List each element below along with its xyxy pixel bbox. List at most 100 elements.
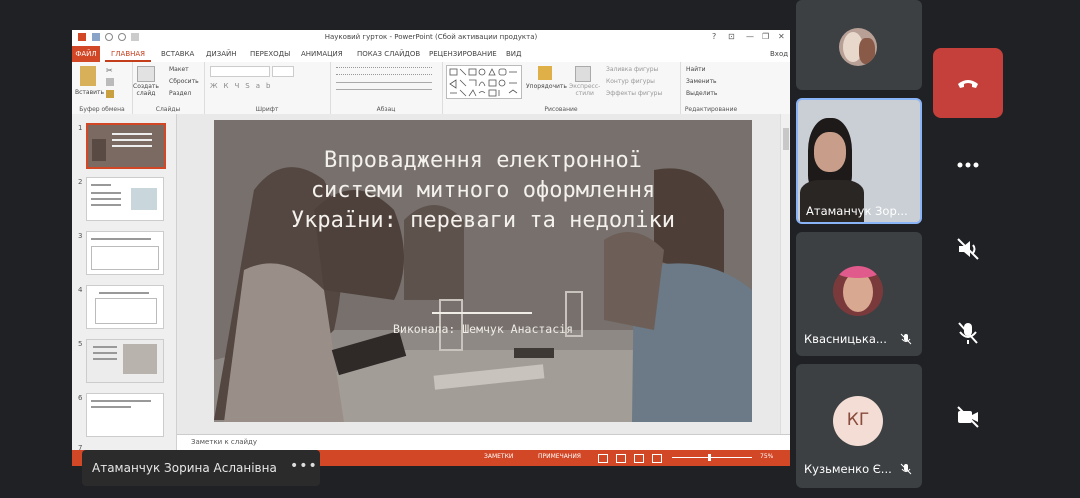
slide-thumbnail-2[interactable]	[86, 177, 164, 221]
tab-file[interactable]: ФАЙЛ	[72, 46, 100, 62]
notes-toggle[interactable]: ЗАМЕТКИ	[484, 453, 513, 460]
minimize-button[interactable]: —	[746, 32, 754, 41]
slide-editor[interactable]: Впровадження електронної системи митного…	[177, 114, 783, 434]
zoom-slider[interactable]	[672, 457, 752, 458]
group-label: Редактирование	[684, 106, 738, 113]
select-button[interactable]: Выделить	[686, 90, 717, 97]
maximize-button[interactable]: ❐	[762, 32, 769, 41]
help-button[interactable]: ?	[712, 32, 716, 41]
cut-icon[interactable]: ✂	[106, 66, 113, 75]
quick-styles-icon[interactable]	[575, 66, 591, 82]
presenter-label: Атаманчук Зорина Асланівна •••	[82, 450, 320, 486]
section-button[interactable]: Раздел	[169, 90, 191, 97]
slide-number: 3	[78, 232, 83, 240]
slide-thumbnail-5[interactable]	[86, 339, 164, 383]
arrange-icon[interactable]	[538, 66, 552, 80]
speaker-muted-icon	[957, 238, 979, 260]
more-options-button[interactable]: •••	[290, 458, 318, 474]
paste-button[interactable]: Вставить	[75, 89, 104, 96]
vertical-scrollbar[interactable]	[780, 114, 790, 434]
comments-toggle[interactable]: ПРИМЕЧАНИЯ	[538, 453, 581, 460]
quick-styles-button[interactable]: Экспресс- стили	[569, 83, 600, 97]
participant-name: Квасницька...	[804, 332, 887, 346]
shape-effects-button[interactable]: Эффекты фигуры	[606, 90, 662, 97]
camera-off-icon	[957, 406, 979, 428]
avatar	[833, 266, 883, 316]
tab-review[interactable]: РЕЦЕНЗИРОВАНИЕ	[423, 46, 503, 62]
paste-icon[interactable]	[80, 66, 96, 86]
arrange-button[interactable]: Упорядочить	[526, 83, 567, 90]
list-buttons[interactable]	[336, 67, 432, 75]
slide-number: 2	[78, 178, 83, 186]
ribbon-options-button[interactable]: ⊡	[728, 32, 735, 41]
slide-thumbnail-4[interactable]	[86, 285, 164, 329]
ppt-titlebar: Науковий гурток - PowerPoint (Сбой актив…	[72, 30, 790, 47]
group-label: Абзац	[376, 106, 396, 113]
font-format-buttons[interactable]: ЖКЧSab	[210, 82, 277, 90]
speaker-mute-button[interactable]	[933, 214, 1003, 284]
group-editing: Найти Заменить Выделить Редактирование	[680, 62, 742, 114]
copy-icon[interactable]	[106, 78, 114, 86]
group-label: Рисование	[544, 106, 578, 113]
signin-link[interactable]: Вход	[770, 46, 788, 62]
group-label: Шрифт	[255, 106, 279, 113]
notes-pane[interactable]: Заметки к слайду	[177, 434, 790, 451]
tab-insert[interactable]: ВСТАВКА	[155, 46, 200, 62]
camera-button[interactable]	[933, 382, 1003, 452]
zoom-level[interactable]: 75%	[760, 453, 773, 460]
group-label: Слайды	[155, 106, 181, 113]
font-family-select[interactable]	[210, 66, 270, 77]
avatar-initials: КГ	[846, 410, 870, 430]
tab-home[interactable]: ГЛАВНАЯ	[105, 46, 152, 62]
current-slide[interactable]: Впровадження електронної системи митного…	[214, 120, 752, 422]
group-font: ЖКЧSab Шрифт	[204, 62, 331, 114]
slide-title[interactable]: Впровадження електронної системи митного…	[274, 146, 692, 236]
shared-screen: Науковий гурток - PowerPoint (Сбой актив…	[72, 30, 790, 466]
participant-tile[interactable]: Квасницька...	[796, 232, 922, 356]
normal-view-icon[interactable]	[598, 454, 608, 463]
format-painter-icon[interactable]	[106, 90, 114, 98]
align-buttons[interactable]	[336, 82, 432, 90]
font-size-select[interactable]	[272, 66, 294, 77]
ribbon: Вставить ✂ Буфер обмена Создать слайд Ма…	[72, 62, 790, 115]
slide-number: 6	[78, 394, 83, 402]
slide-thumbnail-1[interactable]	[86, 123, 166, 169]
layout-button[interactable]: Макет	[169, 66, 189, 73]
more-actions-button[interactable]	[933, 130, 1003, 200]
new-slide-icon[interactable]	[137, 66, 155, 82]
reset-button[interactable]: Сбросить	[169, 78, 199, 85]
tab-slideshow[interactable]: ПОКАЗ СЛАЙДОВ	[351, 46, 426, 62]
reading-view-icon[interactable]	[634, 454, 644, 463]
participant-tile-speaking[interactable]: Атаманчук Зор...	[796, 98, 922, 224]
shape-fill-button[interactable]: Заливка фигуры	[606, 66, 658, 73]
slide-subtitle[interactable]: Виконала: Шемчук Анастасія	[274, 322, 692, 336]
scroll-thumb[interactable]	[783, 128, 789, 150]
participant-name: Кузьменко Є...	[804, 462, 892, 476]
find-button[interactable]: Найти	[686, 66, 705, 73]
tab-transitions[interactable]: ПЕРЕХОДЫ	[244, 46, 296, 62]
slide-thumbnail-6[interactable]	[86, 393, 164, 437]
shape-outline-button[interactable]: Контур фигуры	[606, 78, 655, 85]
microphone-button[interactable]	[933, 298, 1003, 368]
avatar	[839, 28, 877, 66]
zoom-slider-thumb[interactable]	[708, 454, 711, 461]
tab-design[interactable]: ДИЗАЙН	[200, 46, 242, 62]
new-slide-button[interactable]: Создать слайд	[133, 83, 159, 97]
more-horizontal-icon	[957, 162, 979, 168]
slide-thumbnail-3[interactable]	[86, 231, 164, 275]
slideshow-view-icon[interactable]	[652, 454, 662, 463]
participant-tile[interactable]	[796, 0, 922, 90]
group-clipboard: Вставить ✂ Буфер обмена	[72, 62, 133, 114]
replace-button[interactable]: Заменить	[686, 78, 717, 85]
tab-animation[interactable]: АНИМАЦИЯ	[295, 46, 349, 62]
group-paragraph: Абзац	[330, 62, 443, 114]
slide-number: 5	[78, 340, 83, 348]
tab-view[interactable]: ВИД	[500, 46, 528, 62]
leave-call-button[interactable]	[933, 48, 1003, 118]
shapes-gallery[interactable]	[446, 65, 522, 99]
sorter-view-icon[interactable]	[616, 454, 626, 463]
close-button[interactable]: ✕	[778, 32, 785, 41]
participant-tile[interactable]: КГ Кузьменко Є...	[796, 364, 922, 488]
phone-hangup-icon	[958, 80, 978, 88]
mic-off-icon	[958, 322, 978, 344]
